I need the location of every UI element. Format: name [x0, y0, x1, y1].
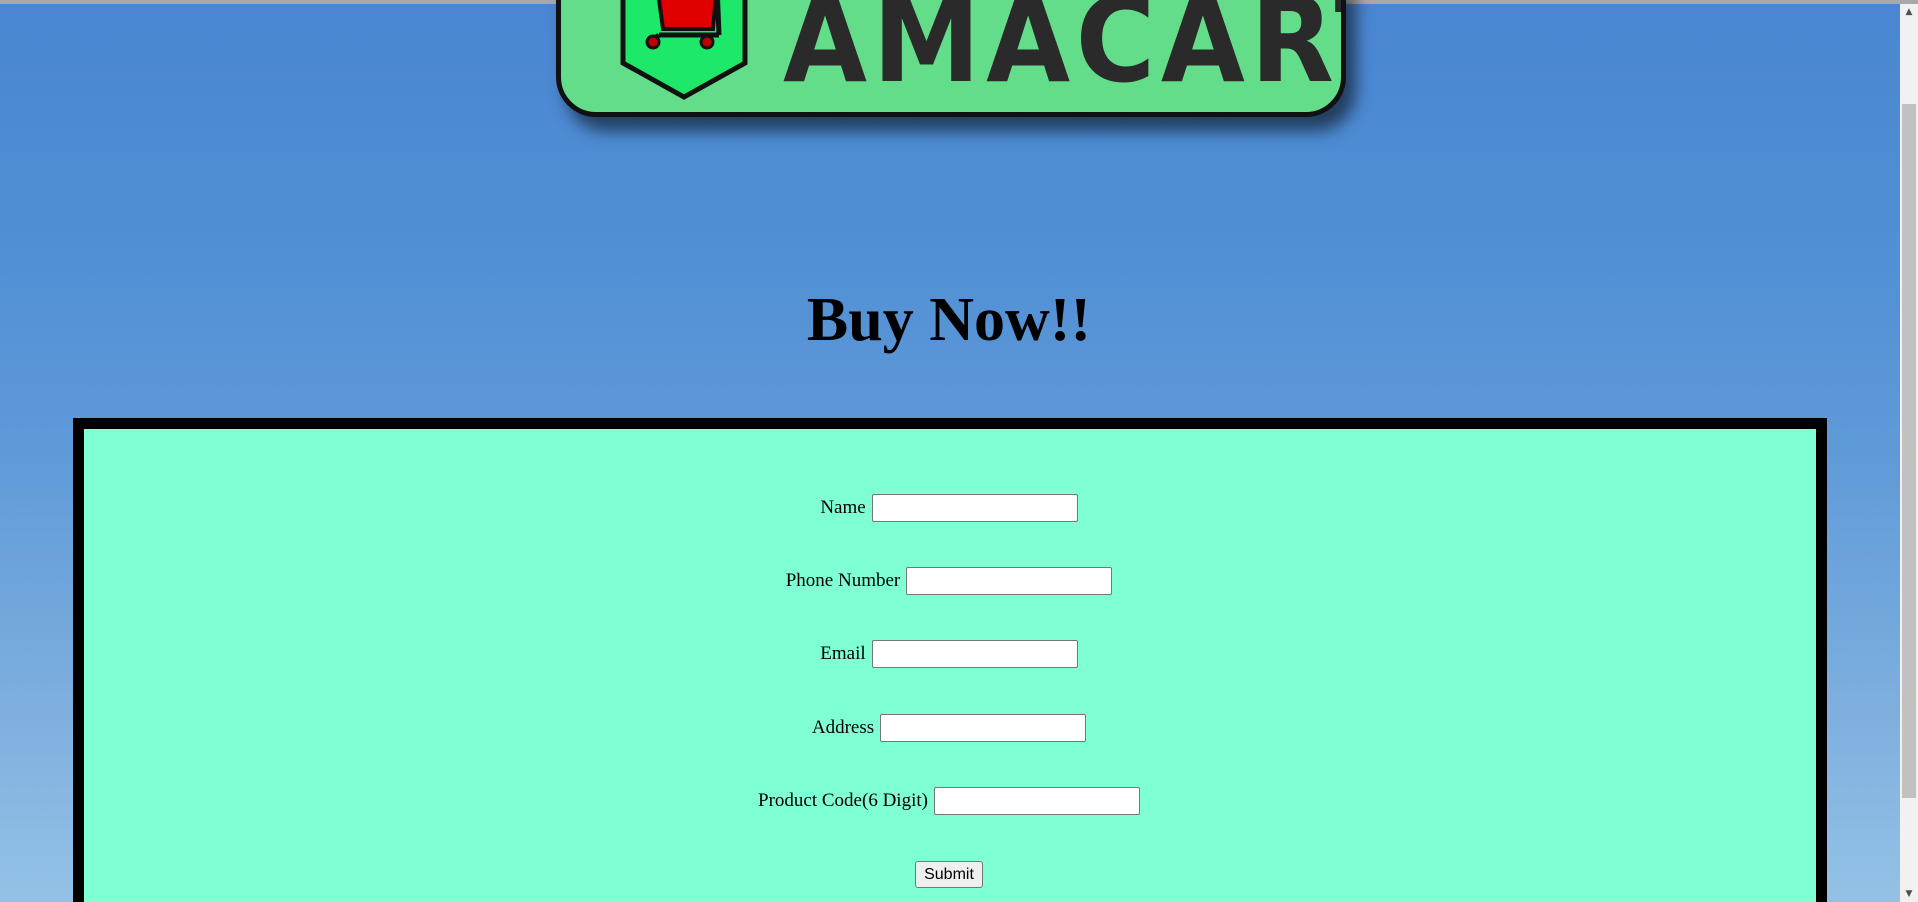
email-row: Email: [0, 640, 1898, 668]
phone-label: Phone Number: [785, 570, 901, 591]
site-logo: AMACART: [556, 0, 1346, 117]
email-input[interactable]: [871, 640, 1078, 668]
product-code-row: Product Code(6 Digit): [0, 787, 1898, 815]
name-row: Name: [0, 494, 1898, 522]
product-code-label: Product Code(6 Digit): [758, 790, 928, 811]
scroll-down-arrow-icon[interactable]: ▼: [1900, 886, 1918, 902]
logo-wordmark: AMACART: [783, 0, 1341, 109]
address-input[interactable]: [880, 714, 1087, 742]
scroll-up-arrow-icon[interactable]: ▲: [1900, 4, 1918, 20]
address-label: Address: [811, 717, 875, 738]
submit-button[interactable]: Submit: [915, 861, 983, 888]
phone-row: Phone Number: [0, 567, 1898, 595]
email-label: Email: [820, 643, 866, 664]
name-input[interactable]: [871, 494, 1078, 522]
shopping-cart-icon: [620, 0, 748, 100]
scroll-thumb[interactable]: [1902, 104, 1916, 798]
product-code-input[interactable]: [933, 787, 1140, 815]
address-row: Address: [0, 714, 1898, 742]
page-title: Buy Now!!: [806, 286, 1092, 354]
submit-row: Submit: [0, 861, 1898, 888]
vertical-scrollbar[interactable]: ▲ ▼: [1900, 4, 1918, 902]
phone-input[interactable]: [906, 567, 1113, 595]
name-label: Name: [820, 497, 866, 518]
